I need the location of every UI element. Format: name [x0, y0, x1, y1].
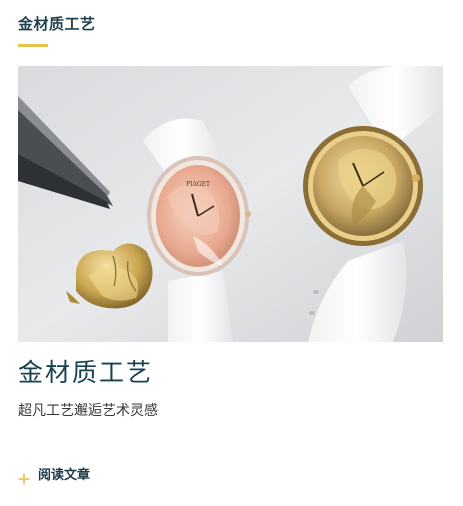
section-title-underline — [18, 44, 48, 47]
article-title[interactable]: 金材质工艺 — [18, 356, 153, 390]
read-article-label: 阅读文章 — [38, 468, 91, 483]
hero-photo: PIAGET — [18, 66, 443, 342]
article-hero-image[interactable]: PIAGET — [18, 66, 443, 342]
plus-icon — [18, 470, 30, 485]
section-header: 金材质工艺 — [18, 14, 96, 47]
article-subtitle: 超凡工艺邂逅艺术灵感 — [18, 403, 158, 419]
section-title: 金材质工艺 — [18, 15, 96, 33]
read-article-link[interactable]: 阅读文章 — [18, 467, 90, 485]
pink-watch-brand: PIAGET — [186, 181, 210, 188]
